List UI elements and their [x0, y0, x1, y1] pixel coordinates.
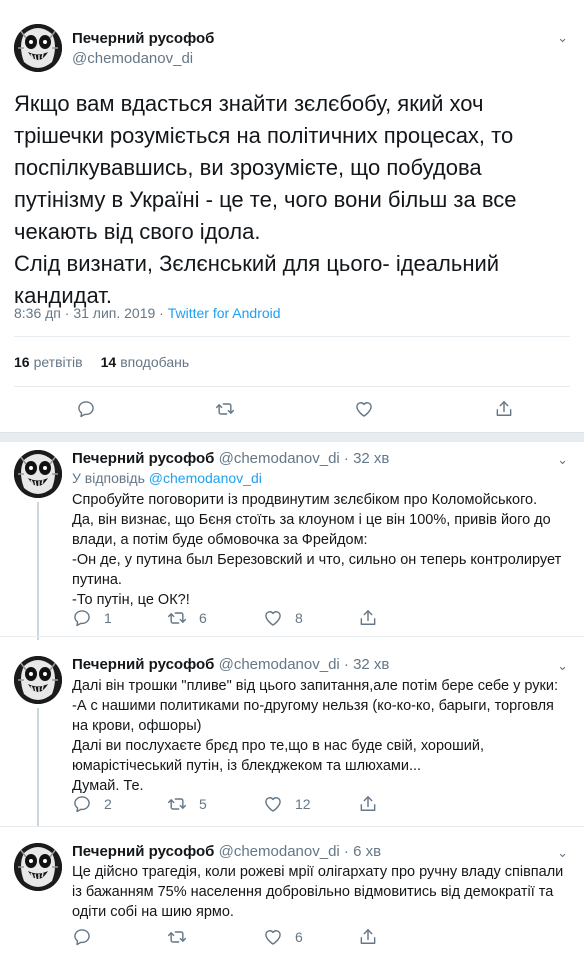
reply-count: 1 [104, 610, 112, 626]
reply-icon [72, 927, 92, 947]
like-count: 12 [295, 796, 311, 812]
reply-text: Це дійсно трагедія, коли рожеві мрії олі… [72, 864, 564, 920]
divider [0, 636, 584, 637]
reply-text: Спробуйте поговорити із продвинутим зєлє… [72, 492, 562, 608]
author-name[interactable]: Печерний русофоб [72, 656, 214, 673]
heart-icon [354, 399, 374, 419]
share-icon [494, 399, 514, 419]
share-icon [358, 608, 378, 628]
retweet-button[interactable] [215, 399, 235, 419]
retweet-icon [167, 794, 187, 814]
reply-button[interactable] [72, 927, 104, 947]
share-icon [358, 794, 378, 814]
avatar-image [14, 24, 62, 72]
reply-button[interactable]: 2 [72, 794, 112, 814]
likes-label: вподобань [120, 354, 190, 370]
heart-icon [263, 794, 283, 814]
author-name[interactable]: Печерний русофоб [72, 30, 214, 47]
like-count: 6 [295, 929, 303, 945]
tweet-text: Якщо вам вдасться знайти зєлєбобу, який … [14, 91, 517, 308]
likes-count: 14 [100, 354, 117, 370]
tweet-source[interactable]: Twitter for Android [168, 305, 281, 321]
retweets-count: 16 [14, 354, 30, 370]
retweet-button[interactable] [167, 927, 199, 947]
retweet-icon [167, 927, 187, 947]
author-handle-time[interactable]: @chemodanov_di · 6 хв [219, 843, 381, 860]
avatar[interactable] [14, 24, 62, 72]
chevron-down-icon[interactable]: ⌄ [557, 452, 568, 468]
avatar[interactable] [14, 843, 62, 891]
retweets-label: ретвітів [33, 354, 83, 370]
chevron-down-icon[interactable]: ⌄ [557, 30, 568, 46]
reply-header: Печерний русофоб @chemodanov_di · 6 хв [72, 843, 381, 860]
author-name[interactable]: Печерний русофоб [72, 843, 214, 860]
like-button[interactable]: 6 [263, 927, 303, 947]
reply-icon [76, 399, 96, 419]
avatar[interactable] [14, 450, 62, 498]
divider [14, 336, 570, 337]
thread-line [37, 708, 39, 826]
reply-count: 2 [104, 796, 112, 812]
author-handle-time[interactable]: @chemodanov_di · 32 хв [219, 450, 390, 467]
reply-button[interactable] [76, 399, 96, 419]
reply-icon [72, 608, 92, 628]
reply-button[interactable]: 1 [72, 608, 112, 628]
reply-text: Далі він трошки "пливе" від цього запита… [72, 678, 558, 794]
like-button[interactable] [354, 399, 374, 419]
avatar-image [14, 656, 62, 704]
thread-line [37, 502, 39, 640]
retweets-stat[interactable]: 16 ретвітів [14, 354, 83, 370]
replying-to-link[interactable]: @chemodanov_di [149, 470, 262, 486]
reply-header: Печерний русофоб @chemodanov_di · 32 хв [72, 656, 389, 673]
share-button[interactable] [494, 399, 514, 419]
retweet-count: 6 [199, 610, 207, 626]
chevron-down-icon[interactable]: ⌄ [557, 845, 568, 861]
author-handle[interactable]: @chemodanov_di [72, 50, 193, 67]
heart-icon [263, 927, 283, 947]
avatar-image [14, 843, 62, 891]
likes-stat[interactable]: 14 вподобань [101, 354, 190, 370]
reply-icon [72, 794, 92, 814]
replying-to-prefix: У відповідь [72, 470, 149, 486]
share-icon [358, 927, 378, 947]
retweet-count: 5 [199, 796, 207, 812]
replying-to: У відповідь @chemodanov_di [72, 470, 262, 486]
share-button[interactable] [358, 927, 378, 947]
tweet-meta: 8:36 дп · 31 лип. 2019 · Twitter for And… [14, 305, 281, 321]
like-button[interactable]: 8 [263, 608, 303, 628]
like-button[interactable]: 12 [263, 794, 311, 814]
retweet-icon [215, 399, 235, 419]
divider [14, 386, 570, 387]
section-separator [0, 432, 584, 442]
avatar-image [14, 450, 62, 498]
like-count: 8 [295, 610, 303, 626]
share-button[interactable] [358, 608, 378, 628]
share-button[interactable] [358, 794, 378, 814]
chevron-down-icon[interactable]: ⌄ [557, 658, 568, 674]
retweet-button[interactable]: 5 [167, 794, 207, 814]
retweet-icon [167, 608, 187, 628]
tweet-timestamp[interactable]: 8:36 дп · 31 лип. 2019 · [14, 305, 168, 321]
reply-header: Печерний русофоб @chemodanov_di · 32 хв [72, 450, 389, 467]
divider [0, 826, 584, 827]
author-name[interactable]: Печерний русофоб [72, 450, 214, 467]
avatar[interactable] [14, 656, 62, 704]
author-handle-time[interactable]: @chemodanov_di · 32 хв [219, 656, 390, 673]
retweet-button[interactable]: 6 [167, 608, 207, 628]
tweet-stats: 16 ретвітів 14 вподобань [14, 354, 189, 370]
heart-icon [263, 608, 283, 628]
